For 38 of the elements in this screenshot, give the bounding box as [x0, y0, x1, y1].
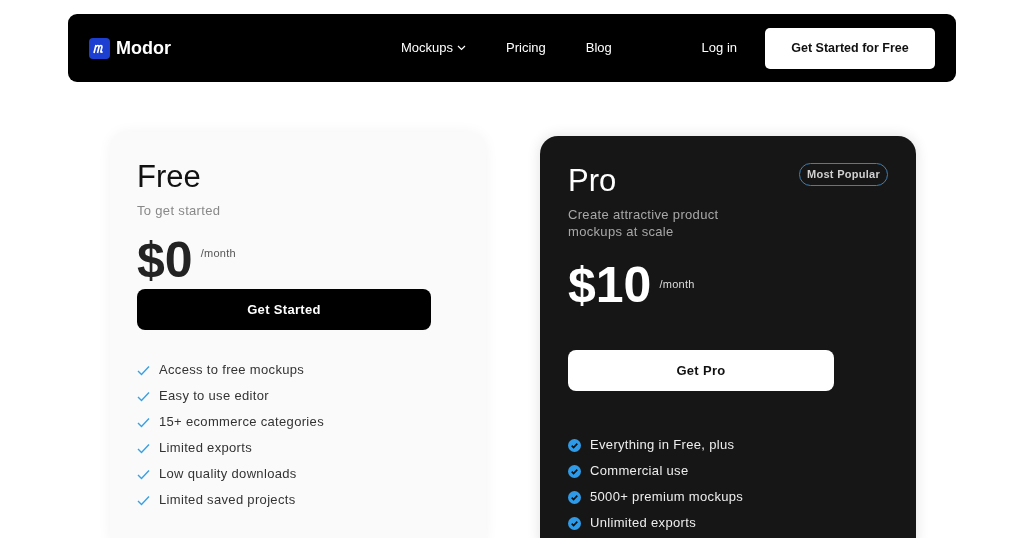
- get-started-free-button[interactable]: Get Started for Free: [765, 27, 935, 69]
- feature-text: 15+ ecommerce categories: [159, 413, 324, 432]
- plan-name: Free: [137, 158, 201, 196]
- price-period: /month: [200, 246, 236, 261]
- nav-link[interactable]: Pricing: [506, 38, 546, 58]
- chevron-down-icon: [457, 45, 466, 51]
- plan-button[interactable]: Get Started: [137, 289, 431, 330]
- plan-button[interactable]: Get Pro: [568, 350, 834, 391]
- feature-text: Low quality downloads: [159, 465, 297, 484]
- price-period: /month: [659, 277, 695, 292]
- check-icon: [137, 416, 150, 428]
- check-icon: [137, 364, 150, 376]
- feature-text: Commercial use: [590, 462, 689, 481]
- check-circle-icon: [568, 438, 581, 452]
- feature-text: Easy to use editor: [159, 387, 269, 406]
- feature-text: Everything in Free, plus: [590, 436, 735, 455]
- check-circle-icon: [568, 490, 581, 504]
- plan-price: $0: [137, 231, 193, 289]
- feature-text: Unlimited exports: [590, 514, 696, 533]
- plan-subtitle: Create attractive product mockups at scale: [568, 206, 720, 240]
- feature-text: Limited saved projects: [159, 491, 296, 510]
- check-icon: [137, 390, 150, 402]
- feature-text: Access to free mockups: [159, 361, 305, 380]
- check-icon: [137, 494, 150, 506]
- check-circle-icon: [568, 464, 581, 478]
- plan-name: Pro: [568, 162, 617, 200]
- feature-text: Limited exports: [159, 439, 253, 458]
- plan-price: $10: [568, 256, 652, 314]
- check-icon: [137, 468, 150, 480]
- login-link[interactable]: Log in: [701, 38, 737, 58]
- plan-subtitle: To get started: [137, 202, 222, 219]
- logo-icon: [89, 37, 110, 59]
- nav-link[interactable]: Mockups: [401, 38, 466, 58]
- nav-link[interactable]: Blog: [585, 38, 612, 58]
- check-icon: [137, 442, 150, 454]
- check-circle-icon: [568, 516, 581, 530]
- brand-name: Modor: [116, 36, 171, 60]
- feature-text: 5000+ premium mockups: [590, 488, 744, 507]
